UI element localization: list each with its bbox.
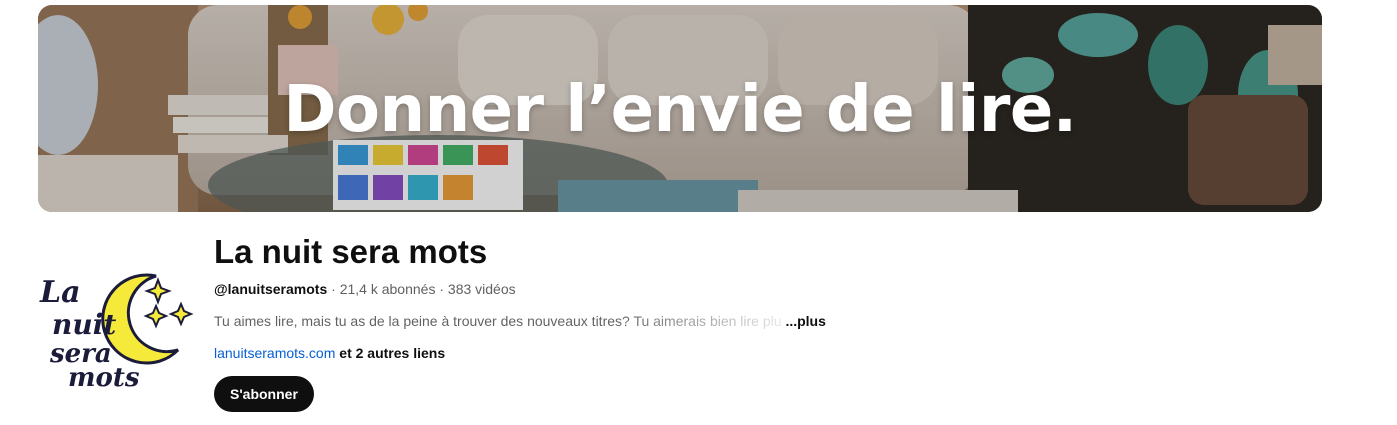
website-link[interactable]: lanuitseramots.com [214,345,335,361]
channel-info: La nuit sera mots @lanuitseramots · 21,4… [214,230,854,412]
channel-links: lanuitseramots.com et 2 autres liens [214,343,854,363]
channel-meta: @lanuitseramots · 21,4 k abonnés · 383 v… [214,279,854,299]
more-button[interactable]: ...plus [785,313,825,329]
logo-word-1: La [39,275,81,310]
subscriber-count: 21,4 k abonnés [339,281,436,297]
banner-headline: Donner l’envie de lire. [283,73,1077,147]
channel-description[interactable]: Tu aimes lire, mais tu as de la peine à … [214,311,854,331]
channel-banner: Donner l’envie de lire. [38,5,1322,212]
meta-separator: · [435,281,448,297]
other-links-button[interactable]: et 2 autres liens [335,345,445,361]
video-count: 383 vidéos [447,281,516,297]
channel-handle: @lanuitseramots [214,281,328,297]
channel-name: La nuit sera mots [214,233,488,270]
channel-logo: La nuit sera mots [39,273,194,393]
meta-separator: · [327,281,340,297]
subscribe-button[interactable]: S'abonner [214,376,314,412]
channel-avatar[interactable]: La nuit sera mots [38,262,198,393]
logo-word-4: mots [68,363,140,392]
description-text: Tu aimes lire, mais tu as de la peine à … [214,313,782,329]
logo-word-2: nuit [52,308,116,341]
